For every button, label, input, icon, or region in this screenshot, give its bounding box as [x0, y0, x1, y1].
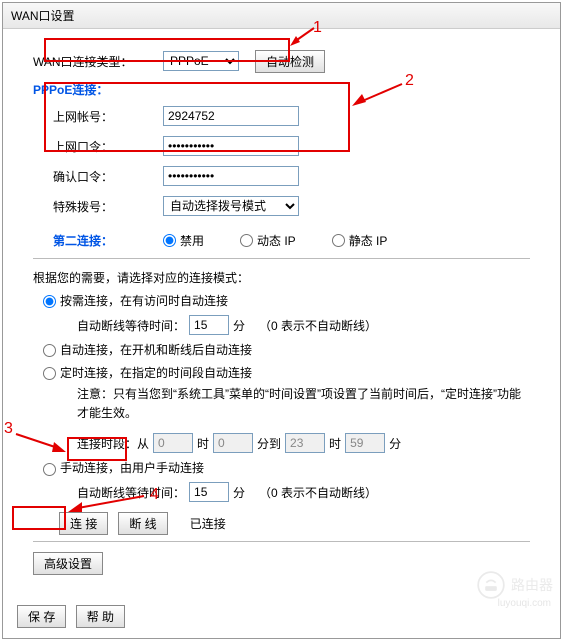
watermark-text: 路由器	[511, 575, 553, 595]
from-hour-input	[153, 433, 193, 453]
confirm-input[interactable]	[163, 166, 299, 186]
marker-1: 1	[313, 19, 322, 37]
divider-2	[33, 541, 530, 542]
to-hour-input	[285, 433, 325, 453]
confirm-row: 确认口令：	[53, 164, 530, 188]
manual-wait: 自动断线等待时间： 分 （0 表示不自动断线）	[77, 482, 530, 502]
radio-dynamic[interactable]	[240, 234, 253, 247]
on-demand-wait: 自动断线等待时间： 分 （0 表示不自动断线）	[77, 315, 530, 335]
wait-label-b: 自动断线等待时间：	[77, 484, 185, 501]
radio-static-label: 静态 IP	[349, 232, 388, 249]
password-label: 上网口令：	[53, 138, 163, 155]
min-b: 分	[233, 484, 245, 501]
second-conn-dynamic[interactable]: 动态 IP	[240, 232, 296, 249]
divider	[33, 258, 530, 259]
watermark: 路由器	[477, 571, 553, 599]
radio-manual-label: 手动连接，由用户手动连接	[60, 461, 204, 475]
radio-on-demand[interactable]	[43, 295, 56, 308]
mode-manual: 手动连接，由用户手动连接 自动断线等待时间： 分 （0 表示不自动断线）	[43, 459, 530, 502]
panel-title: WAN口设置	[3, 3, 560, 29]
wait-input-a[interactable]	[189, 315, 229, 335]
from-min-input	[213, 433, 253, 453]
note-b: （0 表示不自动断线）	[259, 484, 377, 501]
second-conn-header: 第二连接：	[53, 232, 163, 249]
footer: 保 存 帮 助	[3, 595, 560, 638]
save-button[interactable]: 保 存	[17, 605, 66, 628]
special-dial-select[interactable]: 自动选择拨号模式	[163, 196, 299, 216]
mode-timed-option[interactable]: 定时连接，在指定的时间段自动连接	[43, 366, 252, 380]
timed-period: 连接时段：从 时 分到 时 分	[77, 433, 530, 453]
second-conn-disable[interactable]: 禁用	[163, 232, 204, 249]
m1: 分到	[257, 435, 281, 452]
timed-note: 注意：只有当您到“系统工具”菜单的“时间设置”项设置了当前时间后，“定时连接”功…	[77, 385, 530, 423]
radio-auto[interactable]	[43, 344, 56, 357]
help-button[interactable]: 帮 助	[76, 605, 125, 628]
panel-content: WAN口连接类型： PPPoE 自动检测 PPPoE连接： 上网帐号： 上网口令…	[3, 29, 560, 595]
radio-dynamic-label: 动态 IP	[257, 232, 296, 249]
h2: 时	[329, 435, 341, 452]
radio-manual[interactable]	[43, 463, 56, 476]
router-icon	[477, 571, 505, 599]
radio-timed-label: 定时连接，在指定的时间段自动连接	[60, 366, 252, 380]
pppoe-header: PPPoE连接：	[33, 81, 530, 98]
wan-type-row: WAN口连接类型： PPPoE 自动检测	[33, 49, 530, 73]
connection-status: 已连接	[190, 515, 226, 532]
second-conn-static[interactable]: 静态 IP	[332, 232, 388, 249]
radio-disable[interactable]	[163, 234, 176, 247]
mode-on-demand: 按需连接，在有访问时自动连接 自动断线等待时间： 分 （0 表示不自动断线）	[43, 292, 530, 335]
m2: 分	[389, 435, 401, 452]
radio-timed[interactable]	[43, 367, 56, 380]
mode-timed: 定时连接，在指定的时间段自动连接 注意：只有当您到“系统工具”菜单的“时间设置”…	[43, 364, 530, 453]
second-conn-row: 第二连接： 禁用 动态 IP 静态 IP	[53, 228, 530, 252]
wait-input-b[interactable]	[189, 482, 229, 502]
radio-disable-label: 禁用	[180, 232, 204, 249]
radio-auto-label: 自动连接，在开机和断线后自动连接	[60, 343, 252, 357]
connect-button[interactable]: 连 接	[59, 512, 108, 535]
marker-4: 4	[150, 486, 159, 504]
watermark-sub: luyouqi.com	[498, 598, 551, 609]
disconnect-button[interactable]: 断 线	[118, 512, 167, 535]
period-label: 连接时段：从	[77, 435, 149, 452]
confirm-label: 确认口令：	[53, 168, 163, 185]
auto-detect-button[interactable]: 自动检测	[255, 50, 325, 73]
to-min-input	[345, 433, 385, 453]
note-a: （0 表示不自动断线）	[259, 317, 377, 334]
password-input[interactable]	[163, 136, 299, 156]
radio-on-demand-label: 按需连接，在有访问时自动连接	[60, 294, 228, 308]
account-input[interactable]	[163, 106, 299, 126]
mode-manual-option[interactable]: 手动连接，由用户手动连接	[43, 461, 204, 475]
marker-2: 2	[405, 72, 414, 90]
special-dial-label: 特殊拨号：	[53, 198, 163, 215]
special-dial-row: 特殊拨号： 自动选择拨号模式	[53, 194, 530, 218]
mode-auto: 自动连接，在开机和断线后自动连接	[43, 341, 530, 358]
wan-type-label: WAN口连接类型：	[33, 53, 163, 70]
mode-auto-option[interactable]: 自动连接，在开机和断线后自动连接	[43, 343, 252, 357]
password-row: 上网口令：	[53, 134, 530, 158]
wan-type-select[interactable]: PPPoE	[163, 51, 239, 71]
connection-buttons: 连 接 断 线 已连接	[59, 512, 530, 535]
account-row: 上网帐号：	[53, 104, 530, 128]
mode-prompt: 根据您的需要，请选择对应的连接模式：	[33, 269, 530, 286]
radio-static[interactable]	[332, 234, 345, 247]
h1: 时	[197, 435, 209, 452]
account-label: 上网帐号：	[53, 108, 163, 125]
settings-panel: WAN口设置 WAN口连接类型： PPPoE 自动检测 PPPoE连接： 上网帐…	[2, 2, 561, 639]
mode-on-demand-option[interactable]: 按需连接，在有访问时自动连接	[43, 294, 228, 308]
wait-label-a: 自动断线等待时间：	[77, 317, 185, 334]
marker-3: 3	[4, 420, 13, 438]
advanced-button[interactable]: 高级设置	[33, 552, 103, 575]
second-conn-options: 禁用 动态 IP 静态 IP	[163, 232, 387, 249]
min-a: 分	[233, 317, 245, 334]
